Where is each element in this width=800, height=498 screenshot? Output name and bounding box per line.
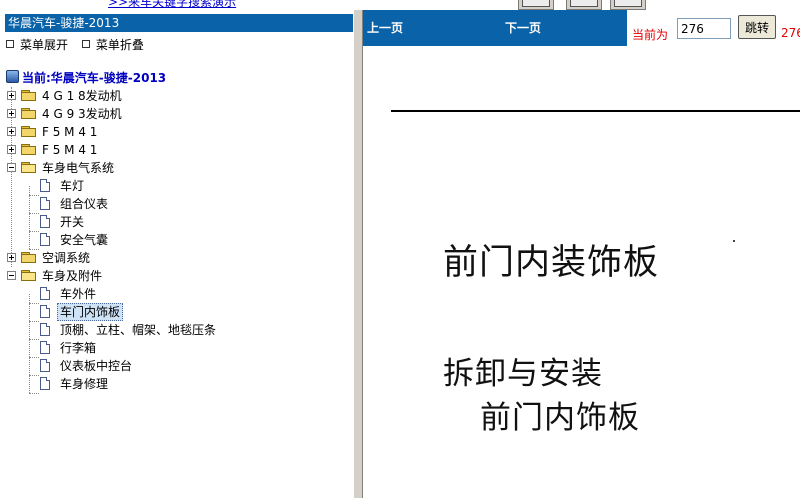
- scanned-page: 前门内装饰板 拆卸与安装 前门内饰板: [363, 46, 800, 498]
- tree-item-label: 车身电气系统: [42, 161, 115, 175]
- folder-icon: [21, 144, 36, 155]
- total-pages: 276: [781, 26, 800, 40]
- document-icon: [40, 215, 50, 228]
- tree-item-label: F 5 M 4 1: [42, 143, 98, 157]
- tree-item-label: 车身修理: [60, 377, 109, 391]
- document-icon: [40, 305, 50, 318]
- tree-item-air-conditioning[interactable]: 空调系统: [0, 249, 300, 267]
- tree-item-dashboard-console[interactable]: 仪表板中控台: [0, 357, 300, 375]
- folder-icon: [21, 108, 36, 119]
- tree-item-body-electrical[interactable]: 车身电气系统: [0, 159, 300, 177]
- tree-item-label: 开关: [60, 215, 85, 229]
- tree-item-door-trim-panel[interactable]: 车门内饰板: [0, 303, 300, 321]
- current-vehicle[interactable]: 当前:华晨汽车-骏捷-2013: [6, 69, 166, 86]
- toolbar-button-3[interactable]: [610, 0, 646, 10]
- toolbar-icon-1: [522, 0, 550, 7]
- tree-item-headliner-pillars[interactable]: 顶棚、立柱、帽架、地毯压条: [0, 321, 300, 339]
- menu-expand-button[interactable]: 菜单展开: [6, 36, 68, 53]
- expand-plus-icon[interactable]: [7, 253, 16, 262]
- menu-controls: 菜单展开 菜单折叠: [6, 36, 154, 52]
- tree-item-label: 空调系统: [42, 251, 91, 265]
- tree-item-label: 4 G 1 8发动机: [42, 89, 122, 103]
- menu-collapse-label: 菜单折叠: [95, 38, 144, 52]
- tree-item-body-accessories[interactable]: 车身及附件: [0, 267, 300, 285]
- open-folder-icon: [21, 162, 36, 173]
- collapse-minus-icon[interactable]: [7, 163, 16, 172]
- folder-icon: [21, 252, 36, 263]
- page-heading: 前门内装饰板: [443, 243, 660, 283]
- tree-item-label: 车身及附件: [42, 269, 103, 283]
- computer-icon: [6, 70, 19, 83]
- previous-page-link[interactable]: 上一页: [367, 19, 403, 36]
- subsection-heading: 前门内饰板: [480, 400, 640, 436]
- folder-icon: [21, 90, 36, 101]
- menu-collapse-button[interactable]: 菜单折叠: [81, 36, 144, 53]
- section-heading: 拆卸与安装: [443, 356, 603, 392]
- document-icon: [40, 233, 50, 246]
- square-icon: [6, 40, 14, 48]
- next-page-link[interactable]: 下一页: [505, 19, 541, 36]
- toolbar-button-1[interactable]: [518, 0, 554, 10]
- tree-item-label: 安全气囊: [60, 233, 109, 247]
- document-viewer: 上一页 下一页 当前为 跳转 276 前门内装饰板 拆卸与安装 前门内饰板: [363, 10, 800, 498]
- tree-item-f5m41-b[interactable]: F 5 M 4 1: [0, 141, 300, 159]
- expand-plus-icon[interactable]: [7, 109, 16, 118]
- document-icon: [40, 359, 50, 372]
- document-icon: [40, 323, 50, 336]
- tree-item-label: 车外件: [60, 287, 97, 301]
- tree-item-f5m41-a[interactable]: F 5 M 4 1: [0, 123, 300, 141]
- expand-plus-icon[interactable]: [7, 145, 16, 154]
- document-icon: [40, 179, 50, 192]
- tree-item-exterior[interactable]: 车外件: [0, 285, 300, 303]
- expand-plus-icon[interactable]: [7, 91, 16, 100]
- document-icon: [40, 341, 50, 354]
- navigation-pane: 华晨汽车-骏捷-2013 菜单展开 菜单折叠 当前:华晨汽车-骏捷-2013 4…: [0, 10, 353, 498]
- tree-item-instrument-cluster[interactable]: 组合仪表: [0, 195, 300, 213]
- toolbar-button-2[interactable]: [566, 0, 602, 10]
- menu-expand-label: 菜单展开: [20, 38, 69, 52]
- tree-item-label-selected: 车门内饰板: [57, 303, 124, 321]
- expand-plus-icon[interactable]: [7, 127, 16, 136]
- tree-item-switches[interactable]: 开关: [0, 213, 300, 231]
- tree-item-airbag[interactable]: 安全气囊: [0, 231, 300, 249]
- jump-button[interactable]: 跳转: [738, 15, 776, 39]
- tree-item-label: 4 G 9 3发动机: [42, 107, 122, 121]
- tree-connector: [29, 393, 39, 394]
- tree-item-label: 顶棚、立柱、帽架、地毯压条: [60, 323, 217, 337]
- tree-item-label: 组合仪表: [60, 197, 109, 211]
- current-vehicle-label: 当前:华晨汽车-骏捷-2013: [22, 71, 167, 85]
- tree-item-body-repair[interactable]: 车身修理: [0, 375, 300, 393]
- tree-item-label: 车灯: [60, 179, 85, 193]
- document-icon: [40, 377, 50, 390]
- tree-item-4g93-engine[interactable]: 4 G 9 3发动机: [0, 105, 300, 123]
- scan-speck: [733, 240, 735, 242]
- tree-item-label: 行李箱: [60, 341, 97, 355]
- current-page-label: 当前为: [632, 28, 669, 42]
- top-strip: >>来车关键字搜索演示: [0, 0, 800, 10]
- tree-item-4g18-engine[interactable]: 4 G 1 8发动机: [0, 87, 300, 105]
- document-icon: [40, 287, 50, 300]
- document-icon: [40, 197, 50, 210]
- folder-icon: [21, 126, 36, 137]
- pane-title: 华晨汽车-骏捷-2013: [5, 14, 353, 32]
- tree-item-label: F 5 M 4 1: [42, 125, 98, 139]
- page-rule-line: [391, 110, 800, 112]
- page-navigation-bar: 上一页 下一页 当前为 跳转 276: [363, 10, 800, 46]
- tree-item-lamps[interactable]: 车灯: [0, 177, 300, 195]
- keyword-search-demo-link[interactable]: >>来车关键字搜索演示: [108, 0, 236, 10]
- open-folder-icon: [21, 270, 36, 281]
- square-icon: [81, 40, 90, 48]
- toolbar-icon-3: [614, 0, 642, 7]
- tree-item-label: 仪表板中控台: [60, 359, 133, 373]
- collapse-minus-icon[interactable]: [7, 271, 16, 280]
- tree-item-trunk[interactable]: 行李箱: [0, 339, 300, 357]
- toolbar-icon-2: [570, 0, 598, 7]
- frame-splitter[interactable]: [353, 10, 363, 498]
- page-number-input[interactable]: [677, 18, 731, 39]
